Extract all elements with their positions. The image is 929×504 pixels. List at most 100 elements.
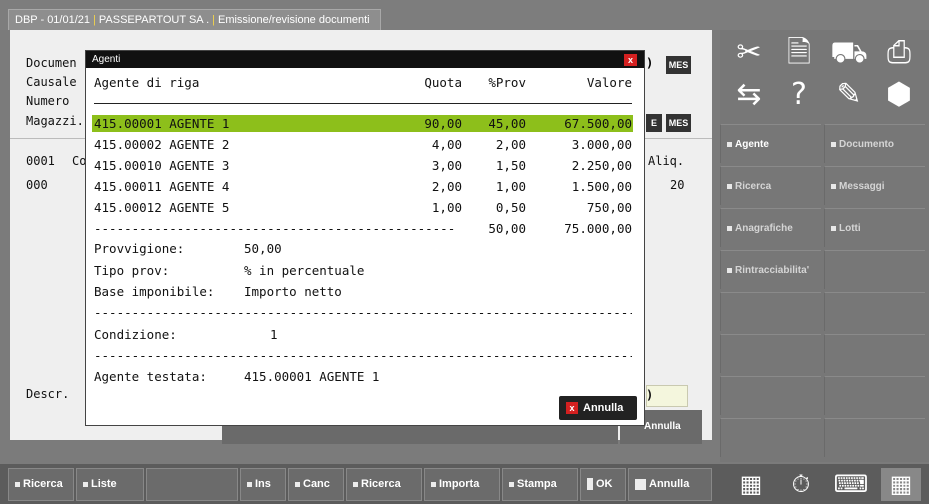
menu-ricerca-label: Ricerca (735, 181, 772, 192)
menu-documento[interactable]: Documento (824, 124, 925, 163)
menu-documento-label: Documento (839, 139, 894, 150)
label-numero: Numero (26, 94, 70, 108)
menu-anagrafiche-label: Anagrafiche (735, 223, 793, 234)
row-code: 0001 (26, 154, 55, 168)
btn-importa[interactable]: Importa (424, 468, 500, 501)
menu-empty-8 (720, 418, 821, 457)
header-agente: Agente di riga (94, 75, 200, 90)
scissors-icon[interactable]: ✂ (726, 32, 772, 74)
table-row[interactable]: 415.00010 AGENTE 3 3,00 1,50 2.250,00 (92, 157, 633, 174)
stopwatch-icon[interactable]: ⏱ (781, 468, 821, 501)
cell-quota: 2,00 (431, 179, 462, 194)
btn-annulla[interactable]: Annulla (628, 468, 712, 501)
tab-date: DBP - 01/01/21 (15, 14, 91, 26)
cell-prov: 0,50 (495, 200, 526, 215)
cell-valore: 2.250,00 (571, 158, 632, 173)
menu-empty-3 (824, 292, 925, 331)
cell-prov: 1,00 (495, 179, 526, 194)
menu-lotti[interactable]: Lotti (824, 208, 925, 247)
mes-button-2[interactable]: MES (666, 114, 691, 132)
btn-canc[interactable]: Canc (288, 468, 344, 501)
btn-ins-label: Ins (255, 478, 271, 490)
row-000: 000 (26, 178, 48, 192)
transfer-icon[interactable]: ⇆ (726, 74, 772, 116)
truck-icon[interactable]: ⛟ (826, 32, 872, 74)
table-row[interactable]: 415.00012 AGENTE 5 1,00 0,50 750,00 (92, 199, 633, 216)
section-divider-2: ----------------------------------------… (94, 348, 632, 363)
descr-label: Descr. (26, 387, 70, 401)
menu-empty-5 (824, 334, 925, 373)
btn-ricerca[interactable]: Ricerca (8, 468, 74, 501)
menu-agente[interactable]: Agente (720, 124, 821, 163)
base-imponibile-value: Importo netto (244, 284, 342, 299)
help-icon[interactable]: ? (776, 74, 822, 116)
menu-empty-1 (824, 250, 925, 289)
ghost-annulla-label: Annulla (644, 421, 681, 432)
menu-messaggi-label: Messaggi (839, 181, 885, 192)
paren-1: ) (646, 56, 654, 70)
btn-ins[interactable]: Ins (240, 468, 286, 501)
grid-icon[interactable]: ▦ (881, 468, 921, 501)
cell-valore: 1.500,00 (571, 179, 632, 194)
cell-prov: 45,00 (488, 116, 526, 131)
label-magazzino: Magazzi. (26, 114, 84, 128)
btn-ok[interactable]: OK (580, 468, 626, 501)
totals-divider: ----------------------------------------… (94, 221, 456, 236)
table-row[interactable]: 415.00002 AGENTE 2 4,00 2,00 3.000,00 (92, 136, 633, 153)
condizione-value: 1 (270, 327, 278, 342)
cell-prov: 1,50 (495, 158, 526, 173)
menu-rintracciabilita[interactable]: Rintracciabilita' (720, 250, 821, 289)
cell-quota: 4,00 (431, 137, 462, 152)
mes-button-1[interactable]: MES (666, 56, 691, 74)
condizione-label: Condizione: (94, 327, 177, 342)
keyboard-icon[interactable]: ⌨ (831, 468, 871, 501)
btn-ok-label: OK (596, 478, 613, 490)
aliq-value: 20 (670, 178, 685, 192)
right-panel: ✂ 🗎 ⛟ ⎙ ⇆ ? ✎ ⬢ Agente Documento Ricerca… (720, 30, 929, 462)
provvigione-value: 50,00 (244, 241, 282, 256)
box-icon[interactable]: ⬢ (876, 74, 922, 116)
menu-empty-6 (720, 376, 821, 415)
close-icon[interactable]: x (624, 54, 637, 66)
tipo-prov-value: % in percentuale (244, 263, 365, 278)
btn-empty (146, 468, 238, 501)
btn-ricerca-2[interactable]: Ricerca (346, 468, 422, 501)
annulla-button[interactable]: x Annulla (559, 396, 637, 420)
calculator-icon[interactable]: ▦ (731, 468, 771, 501)
menu-ricerca[interactable]: Ricerca (720, 166, 821, 205)
bottom-toolbar: Ricerca Liste Ins Canc Ricerca Importa S… (0, 464, 929, 504)
cell-agente: 415.00001 AGENTE 1 (94, 116, 230, 131)
tab-company: PASSEPARTOUT SA . (98, 14, 210, 26)
menu-messaggi[interactable]: Messaggi (824, 166, 925, 205)
header-prov: %Prov (488, 75, 526, 90)
cell-valore: 750,00 (586, 200, 632, 215)
title-bar: DBP - 01/01/21 | PASSEPARTOUT SA . | Emissio… (0, 0, 929, 30)
cell-quota: 90,00 (424, 116, 462, 131)
section-divider-1: ----------------------------------------… (94, 305, 632, 320)
dialog-title: Agenti (86, 51, 644, 68)
printer-icon[interactable]: ⎙ (876, 32, 922, 74)
btn-stampa[interactable]: Stampa (502, 468, 578, 501)
menu-empty-2 (720, 292, 821, 331)
e-button[interactable]: E (646, 114, 662, 132)
menu-anagrafiche[interactable]: Anagrafiche (720, 208, 821, 247)
menu-lotti-label: Lotti (839, 223, 861, 234)
document-icon[interactable]: 🗎 (776, 32, 822, 74)
agente-testata-label: Agente testata: (94, 369, 207, 384)
btn-liste[interactable]: Liste (76, 468, 144, 501)
window-tab[interactable]: DBP - 01/01/21 | PASSEPARTOUT SA . | Emissio… (8, 9, 381, 30)
table-row[interactable]: 415.00011 AGENTE 4 2,00 1,00 1.500,00 (92, 178, 633, 195)
cell-agente: 415.00010 AGENTE 3 (94, 158, 230, 173)
menu-empty-9 (824, 418, 925, 457)
edit-icon[interactable]: ✎ (826, 74, 872, 116)
aliq-label: Aliq. (648, 154, 685, 168)
total-valore: 75.000,00 (564, 221, 632, 236)
cell-quota: 1,00 (431, 200, 462, 215)
row-code-suffix: Co (72, 154, 87, 168)
label-causale: Causale (26, 75, 77, 89)
menu-empty-4 (720, 334, 821, 373)
table-row[interactable]: 415.00001 AGENTE 1 90,00 45,00 67.500,00 (92, 115, 633, 132)
btn-ricerca-label: Ricerca (23, 478, 63, 490)
btn-stampa-label: Stampa (517, 478, 557, 490)
menu-agente-label: Agente (735, 139, 769, 150)
